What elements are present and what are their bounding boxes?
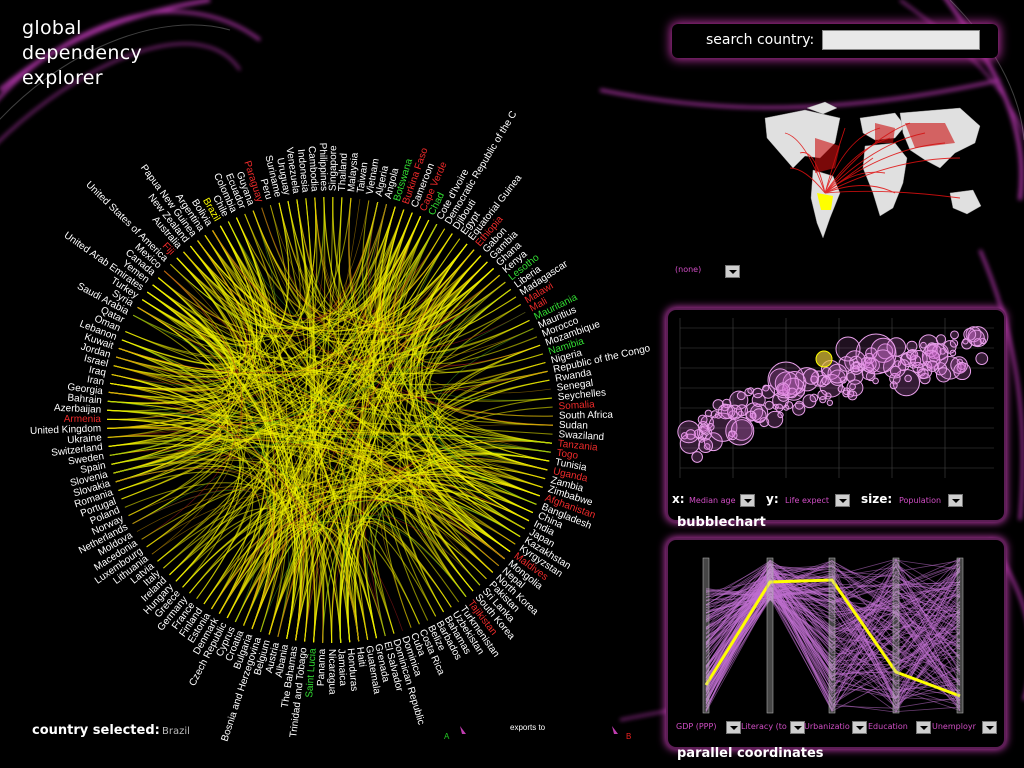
bubble[interactable] xyxy=(920,341,927,349)
chord-ribbons xyxy=(106,197,553,643)
bubble[interactable] xyxy=(909,350,928,369)
map-land xyxy=(764,101,982,239)
parallel-coordinates-title: parallel coordinates xyxy=(677,746,824,761)
bubble[interactable] xyxy=(736,391,746,401)
size-value[interactable]: Population xyxy=(899,496,941,505)
pc-axis-value[interactable]: GDP (PPP) xyxy=(676,722,716,731)
parallel-axis-controls: GDP (PPP) Literacy (to Urbanizatio Educa… xyxy=(676,719,1002,735)
bubble-plot[interactable] xyxy=(676,318,996,483)
bubble[interactable] xyxy=(691,451,703,463)
bubble[interactable] xyxy=(935,367,952,383)
dropdown-arrow-icon[interactable] xyxy=(740,494,755,507)
bubble[interactable] xyxy=(889,381,898,390)
bubble[interactable] xyxy=(950,330,959,340)
legend-arrow-icon xyxy=(460,726,466,734)
pc-axis-value[interactable]: Education xyxy=(868,722,908,731)
bubble[interactable] xyxy=(764,400,774,410)
map-selector-value: (none) xyxy=(675,265,702,274)
bubble[interactable] xyxy=(852,365,860,373)
x-axis-value[interactable]: Median age xyxy=(689,496,736,505)
chord-diagram: VenezuelaIndonesiaCambodiaPhilippinesSin… xyxy=(30,109,652,743)
bubble[interactable] xyxy=(817,389,828,400)
size-label: size: xyxy=(861,492,893,506)
bubble[interactable] xyxy=(704,409,713,417)
selected-bubble xyxy=(815,350,833,368)
export-legend: A B exports to xyxy=(444,723,631,741)
bubble[interactable] xyxy=(697,414,708,425)
bubble[interactable] xyxy=(802,394,817,409)
legend-text: exports to xyxy=(510,723,546,732)
bubble-axis-controls: x: Median age y: Life expect size: Popul… xyxy=(672,492,1002,510)
bubble[interactable] xyxy=(926,360,939,372)
bubble[interactable] xyxy=(725,416,755,446)
bubble[interactable] xyxy=(953,362,972,381)
bubble xyxy=(855,333,897,375)
dropdown-arrow-icon[interactable] xyxy=(726,721,741,734)
bubble[interactable] xyxy=(935,334,947,345)
legend-right-mark: B xyxy=(626,732,631,741)
map-selector[interactable]: (none) xyxy=(675,265,740,278)
country-selected-value: Brazil xyxy=(162,726,190,737)
pc-axis-value[interactable]: Unemployr xyxy=(932,722,976,731)
bubble[interactable] xyxy=(792,402,806,416)
dropdown-arrow-icon[interactable] xyxy=(916,721,931,734)
pc-axis[interactable] xyxy=(766,557,774,714)
y-axis-label: y: xyxy=(766,492,779,506)
bubble[interactable] xyxy=(845,372,856,382)
search-label: search country: xyxy=(706,32,815,48)
dropdown-arrow-icon[interactable] xyxy=(835,494,850,507)
bubble xyxy=(835,336,861,362)
dropdown-arrow-icon[interactable] xyxy=(982,721,997,734)
bubble[interactable] xyxy=(706,422,715,431)
search-input[interactable] xyxy=(822,30,980,50)
dropdown-arrow-icon[interactable] xyxy=(948,494,963,507)
country-selected-label: country selected: xyxy=(32,723,160,738)
bubble[interactable] xyxy=(727,430,738,441)
bubble[interactable] xyxy=(904,374,912,383)
world-map[interactable] xyxy=(745,98,1005,248)
bubble[interactable] xyxy=(774,403,784,413)
pc-axis[interactable] xyxy=(892,557,900,714)
bubble[interactable] xyxy=(777,411,784,419)
bubble[interactable] xyxy=(847,390,858,401)
pc-axis[interactable] xyxy=(956,557,964,714)
country-label[interactable]: Armenia xyxy=(64,414,102,425)
bubble[interactable] xyxy=(698,438,714,454)
parallel-plot[interactable] xyxy=(676,548,996,716)
bubble xyxy=(767,361,805,399)
bubble[interactable] xyxy=(802,368,820,385)
bubblechart-title: bubblechart xyxy=(677,515,766,530)
legend-left-mark: A xyxy=(444,732,450,741)
x-axis-label: x: xyxy=(672,492,685,506)
bubble[interactable] xyxy=(784,401,794,410)
bubble[interactable] xyxy=(717,403,734,420)
pc-axis[interactable] xyxy=(828,557,836,714)
bubble[interactable] xyxy=(752,387,764,399)
search-panel: search country: xyxy=(672,24,998,58)
bubble[interactable] xyxy=(963,327,977,341)
dropdown-arrow-icon[interactable] xyxy=(852,721,867,734)
y-axis-value[interactable]: Life expect xyxy=(785,496,829,505)
legend-arrow-icon xyxy=(612,726,618,734)
bubble[interactable] xyxy=(826,399,834,406)
bubble[interactable] xyxy=(677,420,701,444)
country-label[interactable]: Democratic Republic of the C xyxy=(443,109,519,226)
bubble[interactable] xyxy=(949,339,959,348)
pc-axis-value[interactable]: Urbanizatio xyxy=(804,722,850,731)
pc-axis[interactable] xyxy=(702,557,710,714)
bubble[interactable] xyxy=(837,385,845,393)
pc-axis-value[interactable]: Literacy (to xyxy=(741,722,787,731)
dropdown-arrow-icon[interactable] xyxy=(790,721,805,734)
bubble[interactable] xyxy=(975,352,989,365)
dropdown-arrow-icon[interactable] xyxy=(725,265,740,278)
bubble[interactable] xyxy=(949,349,957,357)
